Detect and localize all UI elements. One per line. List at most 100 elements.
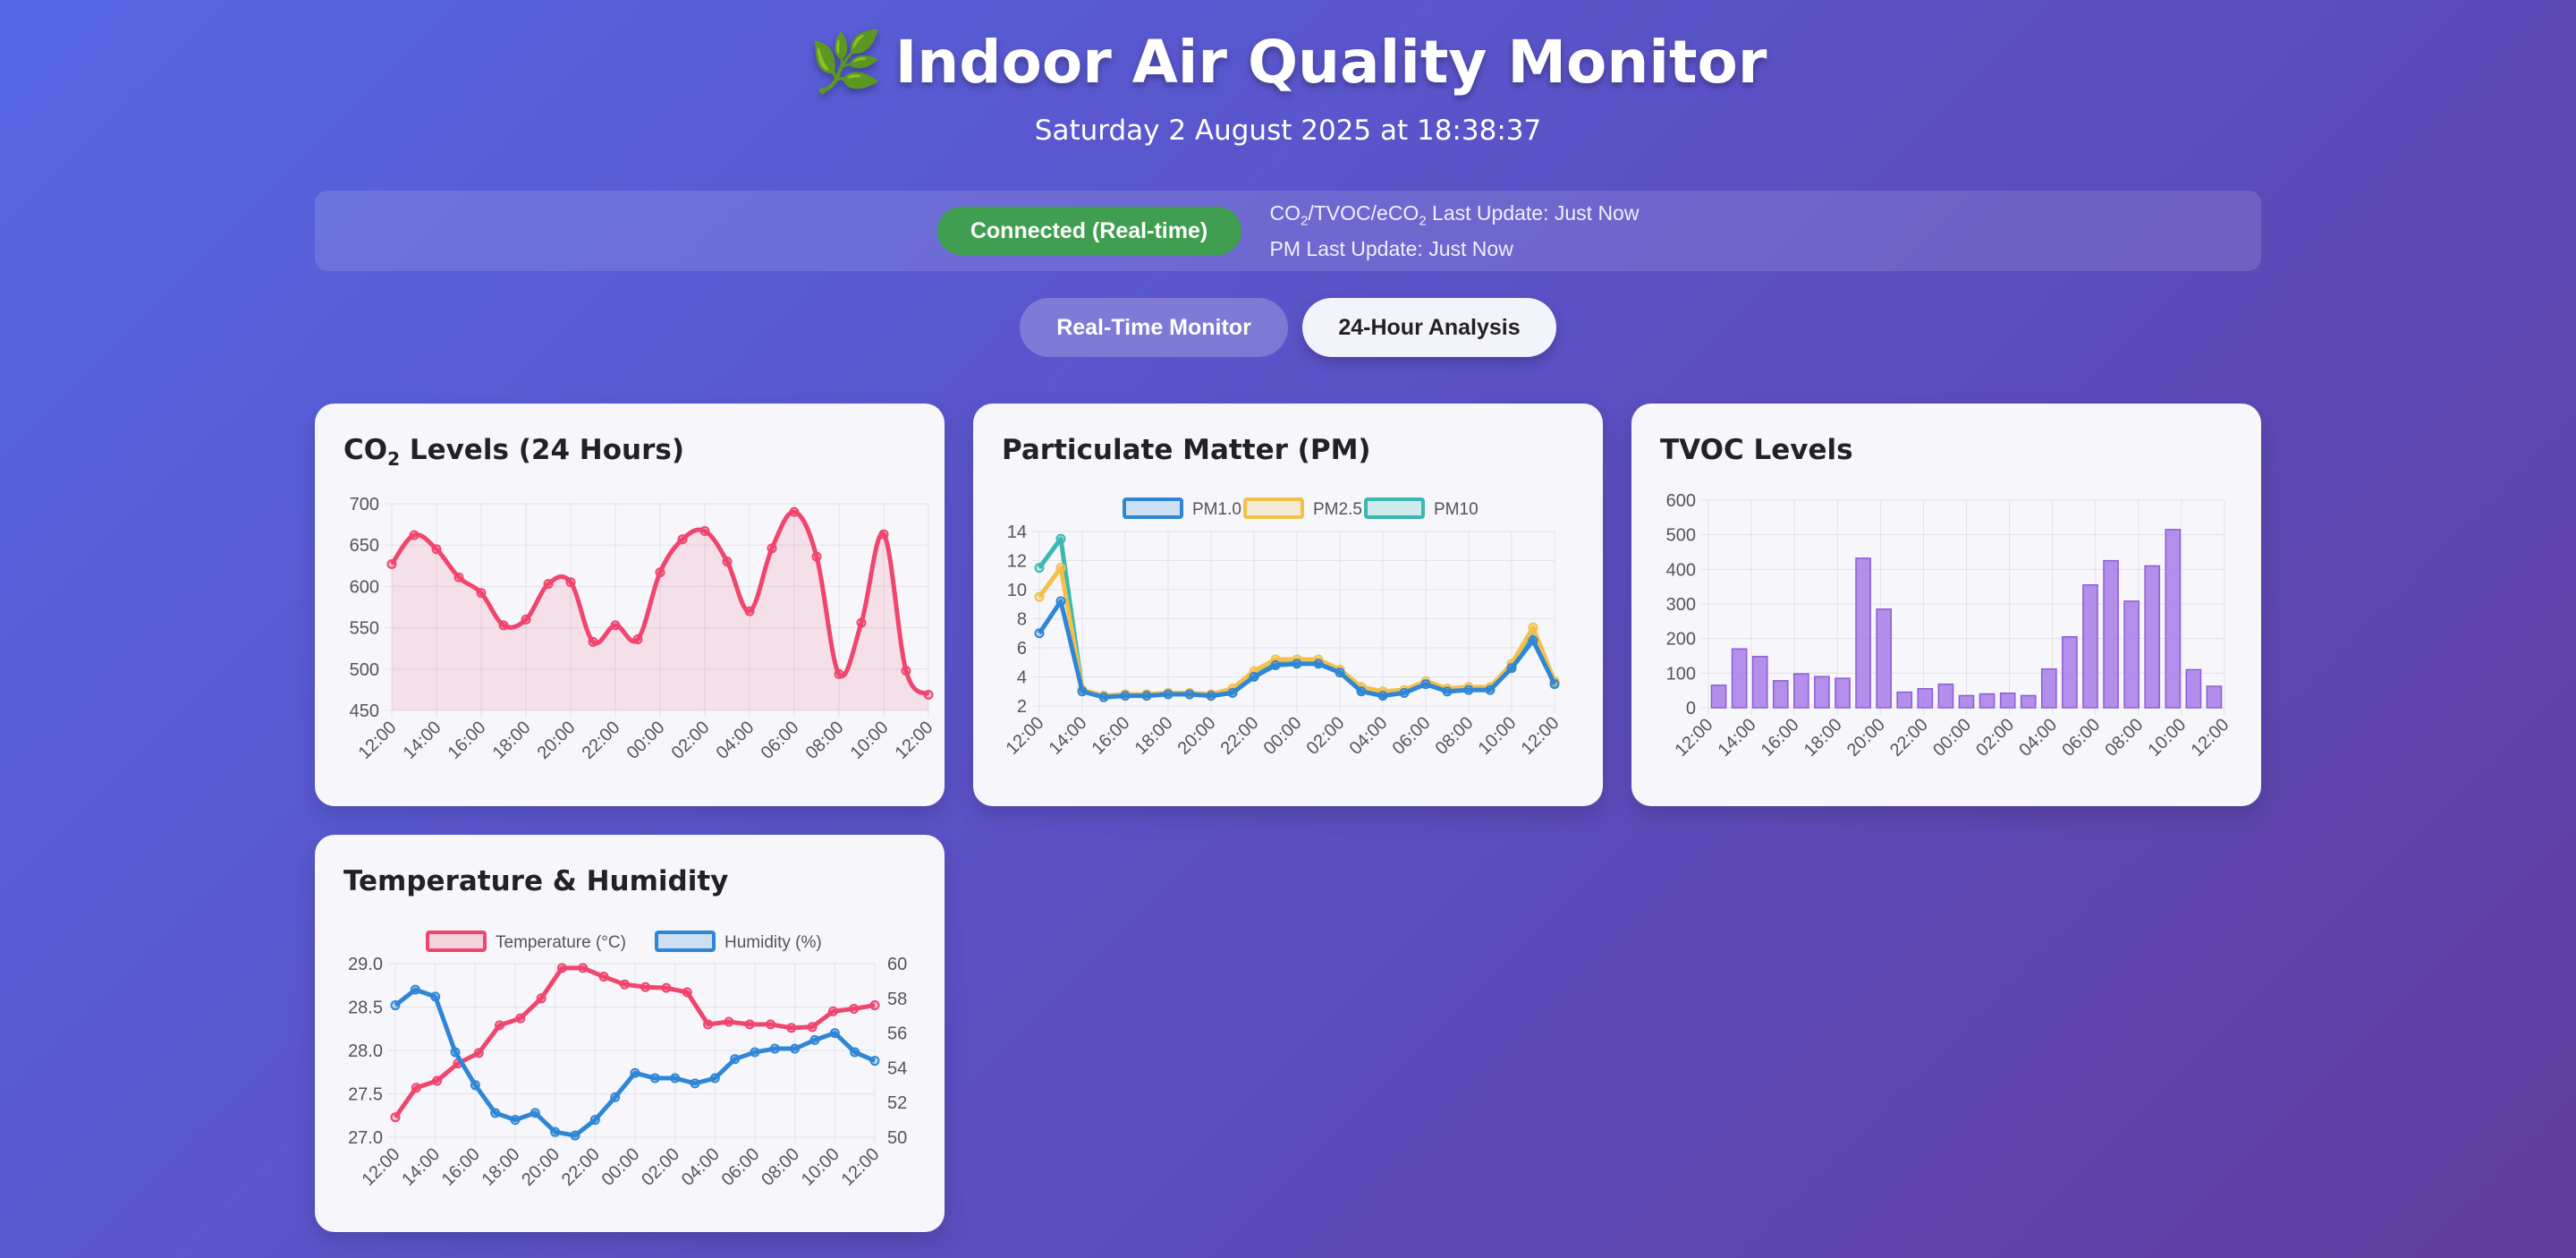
y2-tick-label: 52	[887, 1093, 907, 1113]
data-point	[1163, 689, 1174, 700]
data-point	[598, 972, 609, 982]
x-tick-label: 16:00	[1758, 715, 1803, 761]
legend-label: PM1.0	[1192, 500, 1241, 519]
y-tick-label: 500	[1666, 526, 1696, 546]
data-point	[410, 984, 420, 995]
y-tick-label: 300	[1666, 595, 1696, 615]
x-tick-label: 02:00	[668, 718, 714, 763]
x-tick-label: 04:00	[678, 1144, 724, 1190]
tvoc-bar	[1855, 557, 1871, 709]
data-point	[1184, 689, 1195, 700]
tvoc-bar	[1876, 608, 1893, 709]
tvoc-bar	[2082, 583, 2098, 709]
data-point	[790, 1043, 801, 1054]
x-tick-label: 14:00	[1046, 713, 1091, 759]
x-tick-label: 18:00	[1801, 715, 1846, 761]
y-tick-label: 400	[1666, 560, 1696, 580]
legend-label: PM10	[1434, 500, 1479, 519]
tvoc-bar	[1710, 684, 1727, 709]
data-point	[709, 1073, 720, 1084]
data-point	[677, 534, 688, 545]
x-tick-label: 00:00	[1260, 713, 1306, 759]
data-point	[1292, 659, 1302, 669]
x-tick-label: 00:00	[1929, 715, 1975, 761]
x-tick-label: 20:00	[1843, 715, 1889, 761]
pm-chart-card: 2 4 6 8 10 12 14 12:00 14:00 16:00 18:00 20:00 22:00…	[973, 404, 1603, 806]
tvoc-chart-title: TVOC Levels	[1660, 434, 1853, 466]
x-tick-label: 06:00	[1389, 713, 1435, 759]
data-point	[390, 1000, 401, 1011]
data-point	[1055, 596, 1066, 607]
legend-swatch	[1364, 497, 1425, 519]
x-tick-label: 16:00	[1089, 713, 1134, 759]
data-point	[536, 993, 547, 1004]
data-point	[1549, 679, 1560, 690]
data-point	[1120, 691, 1131, 701]
tvoc-bar	[1751, 656, 1768, 709]
y2-tick-label: 58	[887, 990, 907, 1009]
x-tick-label: 12:00	[838, 1144, 884, 1190]
x-tick-label: 18:00	[479, 1144, 524, 1190]
data-point	[588, 636, 598, 647]
data-point	[1141, 691, 1152, 701]
data-point	[390, 1112, 401, 1123]
data-point	[473, 1048, 484, 1058]
data-point	[1399, 687, 1410, 698]
data-point	[811, 551, 822, 562]
y-tick-label: 12	[1007, 552, 1027, 572]
data-point	[565, 577, 576, 588]
data-point	[730, 1054, 741, 1065]
y-tick-label: 10	[1007, 581, 1027, 600]
y2-tick-label: 54	[887, 1058, 907, 1078]
tvoc-bar	[2185, 668, 2202, 709]
x-tick-label: 06:00	[758, 718, 803, 763]
y2-tick-label: 56	[887, 1024, 907, 1044]
data-point	[690, 1078, 700, 1089]
y2-tick-label: 50	[887, 1128, 907, 1148]
pm-update-text: PM Last Update: Just Now	[1269, 236, 1513, 260]
y-tick-label: 28.0	[348, 1041, 383, 1061]
data-point	[1034, 591, 1045, 602]
x-tick-label: 00:00	[623, 718, 669, 763]
data-point	[543, 579, 554, 590]
x-tick-label: 22:00	[1217, 713, 1263, 759]
x-tick-label: 02:00	[1303, 713, 1349, 759]
x-tick-label: 20:00	[534, 718, 580, 763]
x-tick-label: 12:00	[1518, 713, 1563, 759]
data-point	[724, 1016, 734, 1027]
data-point	[640, 982, 651, 992]
x-tick-label: 16:00	[445, 718, 490, 763]
data-point	[661, 982, 672, 993]
x-tick-label: 08:00	[1432, 713, 1478, 759]
data-point	[515, 1013, 526, 1024]
data-point	[1055, 533, 1066, 544]
data-point	[829, 1028, 840, 1039]
x-tick-label: 06:00	[718, 1144, 764, 1190]
data-point	[703, 1019, 714, 1030]
x-tick-label: 08:00	[802, 718, 848, 763]
tvoc-bar	[2123, 600, 2140, 709]
data-point	[786, 1023, 797, 1033]
y-tick-label: 100	[1666, 664, 1696, 684]
x-tick-label: 12:00	[355, 718, 401, 763]
data-point	[1206, 691, 1216, 701]
data-point	[869, 1056, 880, 1067]
x-tick-label: 04:00	[1346, 713, 1392, 759]
data-point	[570, 1130, 580, 1141]
x-tick-label: 16:00	[438, 1144, 484, 1190]
data-point	[450, 1047, 461, 1058]
tvoc-bar	[1814, 676, 1830, 709]
y-tick-label: 450	[350, 701, 379, 721]
x-tick-label: 18:00	[1131, 713, 1177, 759]
x-tick-label: 10:00	[847, 718, 893, 763]
data-point	[750, 1047, 760, 1058]
tab-real-time-monitor[interactable]: Real-Time Monitor	[1020, 298, 1288, 357]
data-point	[744, 1019, 755, 1030]
data-point	[431, 544, 442, 555]
data-point	[386, 558, 397, 569]
tab-24-hour-analysis[interactable]: 24-Hour Analysis	[1302, 298, 1556, 357]
data-point	[1442, 686, 1453, 697]
data-point	[1034, 563, 1045, 574]
data-point	[827, 1006, 838, 1016]
data-point	[411, 1083, 421, 1093]
